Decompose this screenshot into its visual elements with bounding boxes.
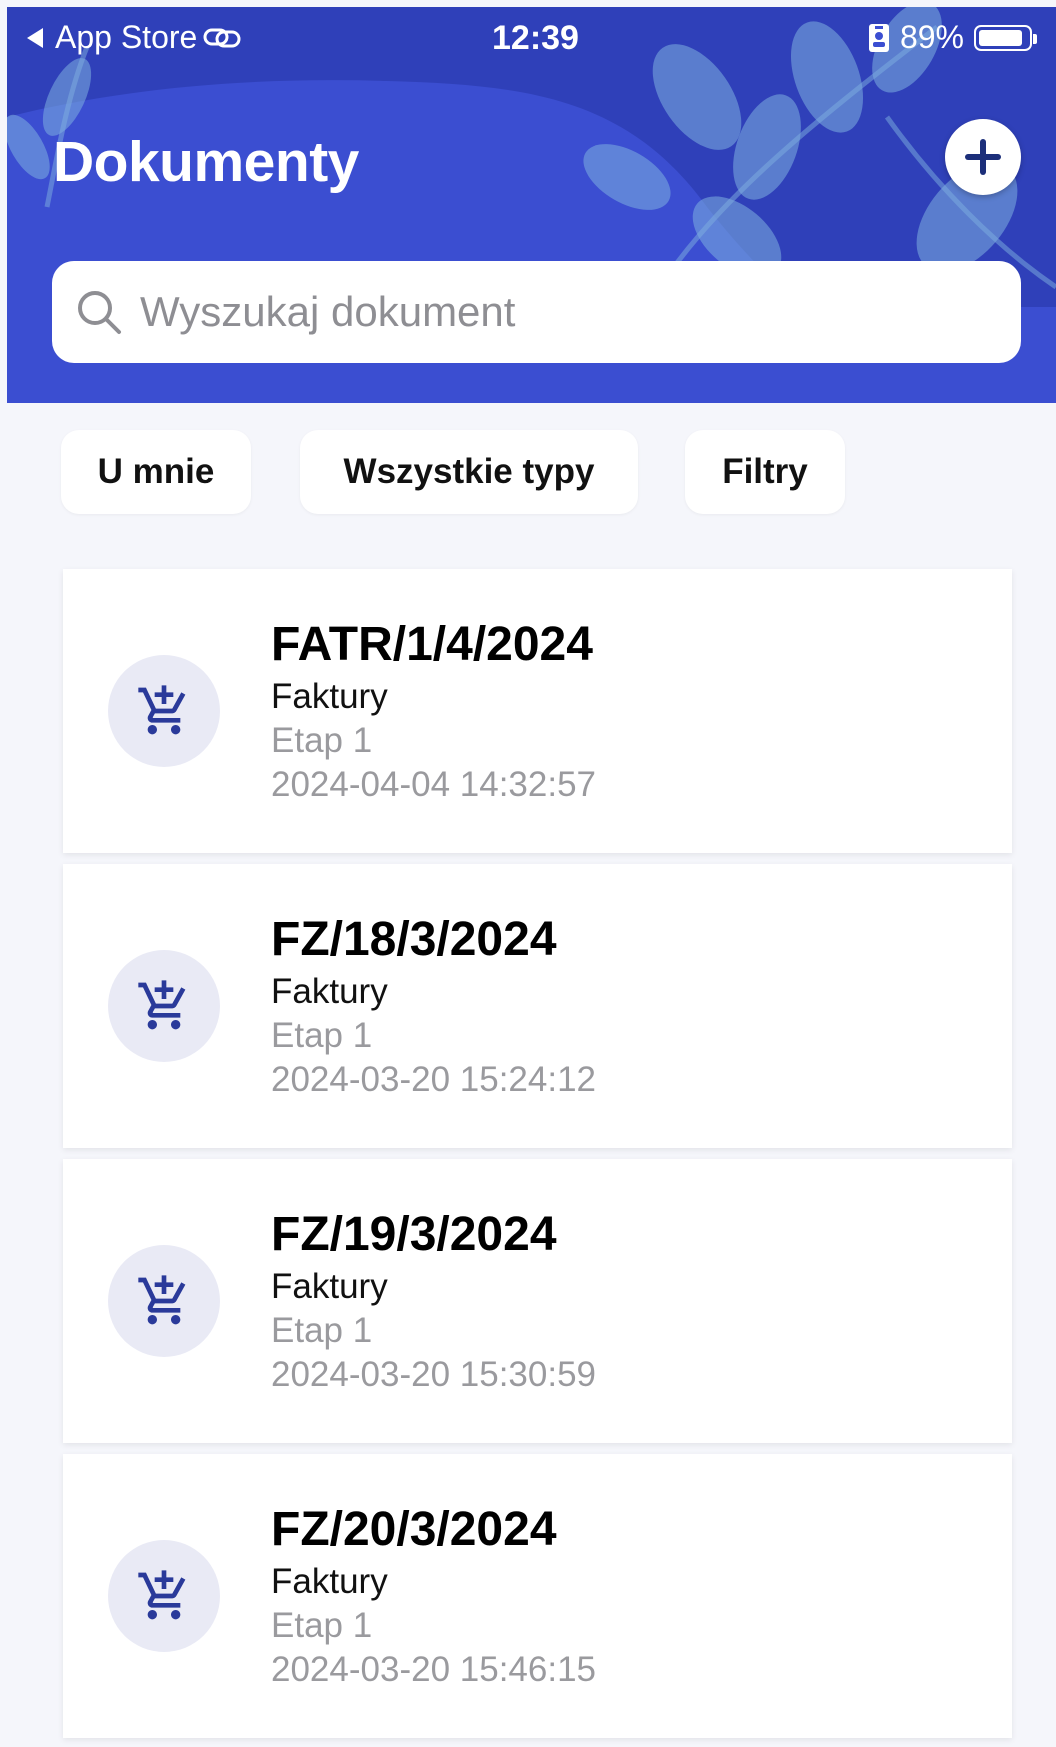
document-date: 2024-04-04 14:32:57 [271, 765, 596, 804]
document-icon-badge [108, 1540, 220, 1652]
document-stage: Etap 1 [271, 1606, 373, 1645]
document-type: Faktury [271, 1562, 388, 1601]
add-document-button[interactable] [945, 119, 1021, 195]
document-stage: Etap 1 [271, 1311, 373, 1350]
document-card[interactable]: FZ/20/3/2024 Faktury Etap 1 2024-03-20 1… [63, 1454, 1012, 1738]
document-stage: Etap 1 [271, 1016, 373, 1055]
search-icon [78, 291, 121, 334]
cart-add-icon [138, 1570, 186, 1620]
document-card[interactable]: FZ/18/3/2024 Faktury Etap 1 2024-03-20 1… [63, 864, 1012, 1148]
back-label: App Store [55, 19, 198, 55]
document-date: 2024-03-20 15:30:59 [271, 1355, 596, 1394]
cart-add-icon [138, 980, 186, 1030]
cart-add-icon [138, 685, 186, 735]
document-type: Faktury [271, 677, 388, 716]
document-icon-badge [108, 1245, 220, 1357]
document-code: FATR/1/4/2024 [271, 618, 593, 671]
link-icon [203, 28, 241, 47]
document-card[interactable]: FATR/1/4/2024 Faktury Etap 1 2024-04-04 … [63, 569, 1012, 853]
page-title: Dokumenty [53, 130, 359, 194]
search-bar[interactable] [52, 261, 1021, 363]
document-icon-badge [108, 950, 220, 1062]
clock: 12:39 [492, 19, 579, 57]
filter-chips: U mnie Wszystkie typy Filtry [0, 430, 1056, 514]
status-right: 89% [868, 19, 1037, 56]
battery-percent: 89% [899, 19, 964, 55]
back-arrow-icon [27, 27, 43, 48]
cart-add-icon [138, 1275, 186, 1325]
document-icon-badge [108, 655, 220, 767]
filter-chip-u-mnie[interactable]: U mnie [61, 430, 251, 514]
search-input[interactable] [138, 287, 982, 337]
battery-icon [974, 24, 1037, 51]
document-code: FZ/18/3/2024 [271, 913, 557, 966]
document-card[interactable]: FZ/19/3/2024 Faktury Etap 1 2024-03-20 1… [63, 1159, 1012, 1443]
header: App Store 12:39 89% Dokumenty [7, 7, 1056, 403]
status-bar: App Store 12:39 89% [7, 7, 1056, 67]
badge-icon [868, 23, 889, 52]
document-code: FZ/19/3/2024 [271, 1208, 557, 1261]
document-code: FZ/20/3/2024 [271, 1503, 557, 1556]
filter-chip-all-types[interactable]: Wszystkie typy [300, 430, 638, 514]
document-date: 2024-03-20 15:46:15 [271, 1650, 596, 1689]
document-stage: Etap 1 [271, 721, 373, 760]
filter-chip-filters[interactable]: Filtry [685, 430, 845, 514]
document-date: 2024-03-20 15:24:12 [271, 1060, 596, 1099]
document-type: Faktury [271, 972, 388, 1011]
back-to-app-store[interactable]: App Store [27, 19, 241, 56]
document-type: Faktury [271, 1267, 388, 1306]
